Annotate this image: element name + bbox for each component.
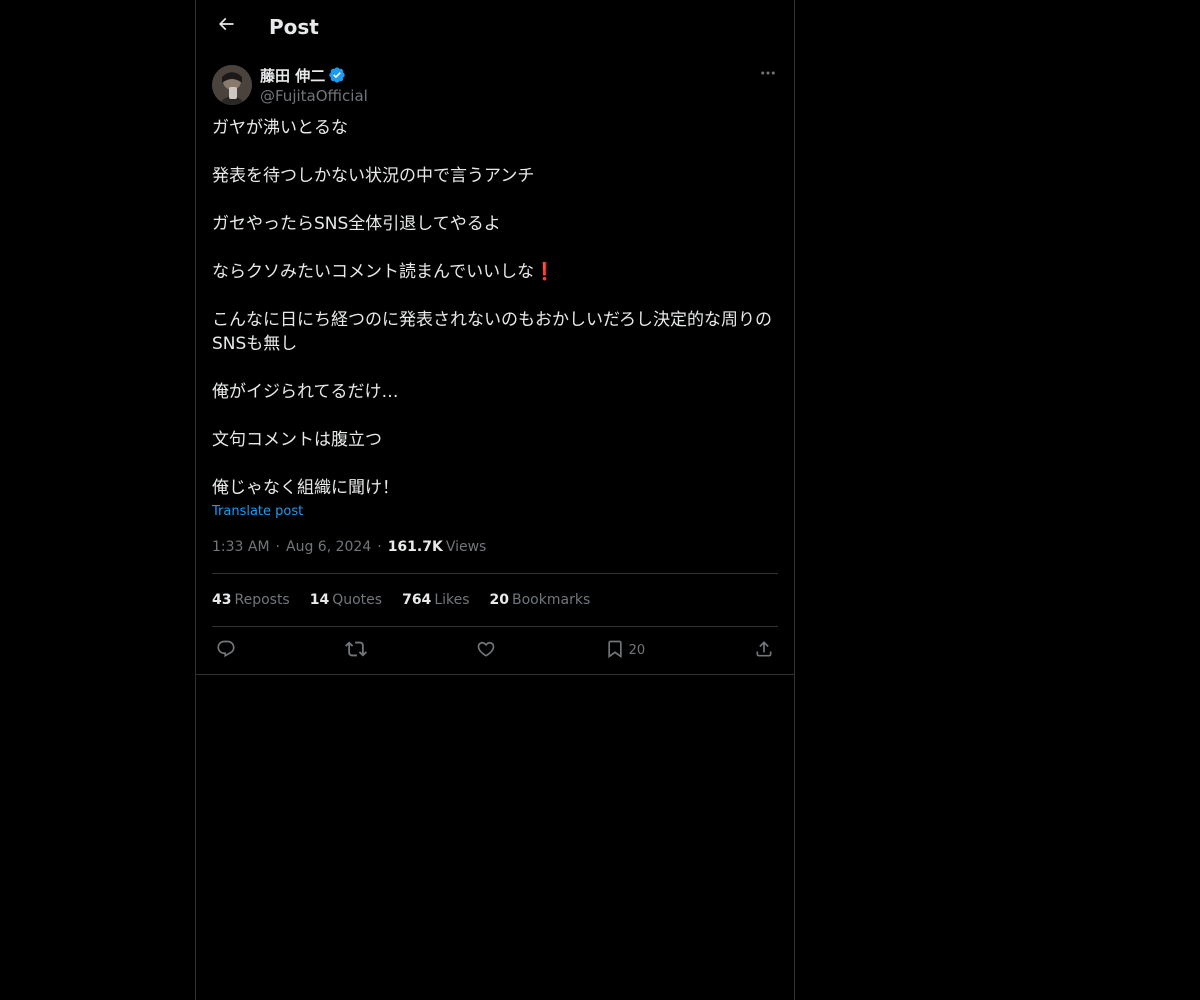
post-bottom-border	[196, 674, 794, 675]
post-paragraph-emoji: ならクソみたいコメント読まんでいいしな❗	[212, 260, 778, 284]
timestamp-row: 1:33 AM · Aug 6, 2024 · 161.7K Views	[212, 537, 778, 557]
more-dots-icon	[759, 64, 777, 86]
exclamation-emoji-icon: ❗	[534, 262, 556, 282]
bookmark-button[interactable]: 20	[605, 639, 646, 663]
like-button[interactable]	[476, 639, 496, 663]
engagement-stats: 43 Reposts 14 Quotes 764 Likes 20 Bookmarks	[212, 574, 778, 626]
page-title: Post	[269, 15, 319, 39]
post-paragraph: 文句コメントは腹立つ	[212, 430, 382, 450]
page-header: Post	[196, 0, 794, 53]
reposts-label: Reposts	[234, 592, 290, 608]
reposts-count: 43	[212, 592, 232, 608]
display-name[interactable]: 藤田 伸二	[260, 65, 325, 86]
likes-label: Likes	[434, 592, 470, 608]
post-paragraph: ガセやったらSNS全体引退してやるよ	[212, 214, 501, 234]
author-row: 藤田 伸二 @FujitaOfficial	[212, 64, 778, 116]
reply-icon	[216, 639, 236, 663]
action-bar: 20	[212, 627, 778, 674]
likes-count: 764	[402, 592, 432, 608]
post-paragraph: こんなに日にち経つのに発表されないのもおかしいだろし決定的な周りのSNSも無し	[212, 310, 772, 354]
reply-button[interactable]	[216, 639, 236, 663]
post-paragraph: 発表を待つしかない状況の中で言うアンチ	[212, 166, 535, 186]
quotes-label: Quotes	[332, 592, 383, 608]
post-time[interactable]: 1:33 AM	[212, 537, 270, 557]
post-text: ガヤが沸いとるな 発表を待つしかない状況の中で言うアンチ ガセやったらSNS全体…	[212, 116, 778, 500]
share-icon	[754, 639, 774, 663]
bookmarks-label: Bookmarks	[512, 592, 591, 608]
views-label: Views	[445, 539, 487, 555]
quotes-stat[interactable]: 14 Quotes	[310, 592, 382, 608]
post-paragraph: 俺じゃなく組織に聞け！	[212, 478, 399, 498]
name-line: 藤田 伸二	[260, 64, 368, 86]
bookmarks-stat[interactable]: 20 Bookmarks	[490, 592, 591, 608]
back-button[interactable]	[208, 8, 244, 44]
verified-badge-icon	[328, 66, 346, 84]
translate-post-link[interactable]: Translate post	[212, 502, 303, 522]
post-paragraph: ならクソみたいコメント読まんでいいしな	[212, 262, 535, 282]
separator-dot: ·	[275, 539, 280, 555]
author-handle[interactable]: @FujitaOfficial	[260, 86, 368, 106]
more-options-button[interactable]	[756, 64, 780, 86]
author-meta: 藤田 伸二 @FujitaOfficial	[260, 64, 368, 106]
main-column: Post 藤田 伸二 @FujitaOfficial ガヤが沸いとるな 発表を待…	[195, 0, 795, 1000]
quotes-count: 14	[309, 592, 330, 608]
repost-button[interactable]	[344, 638, 367, 664]
views-count: 161.7K	[387, 539, 443, 555]
post: 藤田 伸二 @FujitaOfficial ガヤが沸いとるな 発表を待つしかない…	[196, 64, 794, 675]
post-paragraph: 俺がイジられてるだけ…	[212, 382, 399, 402]
arrow-left-icon	[216, 14, 236, 38]
post-date[interactable]: Aug 6, 2024	[286, 537, 371, 557]
separator-dot: ·	[377, 539, 382, 555]
share-button[interactable]	[754, 639, 774, 663]
bookmark-icon	[605, 639, 625, 663]
repost-icon	[344, 638, 367, 664]
bookmarks-count: 20	[489, 592, 510, 608]
likes-stat[interactable]: 764 Likes	[402, 592, 469, 608]
post-paragraph: ガヤが沸いとるな	[212, 118, 348, 138]
bookmark-count: 20	[628, 643, 646, 658]
reposts-stat[interactable]: 43 Reposts	[212, 592, 290, 608]
heart-icon	[476, 639, 496, 663]
avatar[interactable]	[212, 65, 252, 105]
